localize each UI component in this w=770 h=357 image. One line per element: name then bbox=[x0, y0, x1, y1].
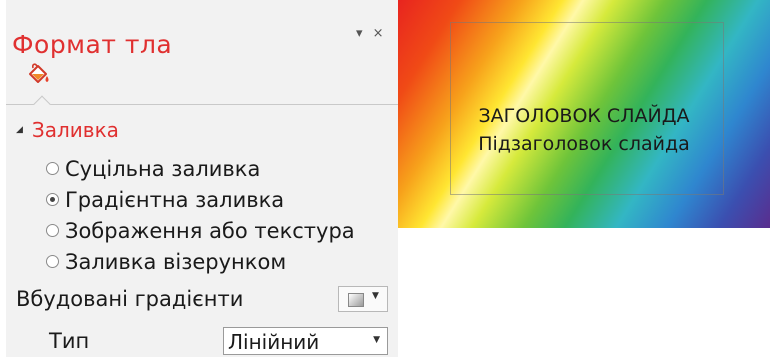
section-divider bbox=[6, 104, 398, 105]
chevron-down-icon: ▼ bbox=[372, 291, 379, 301]
preset-gradients-label: Вбудовані градієнти bbox=[16, 287, 244, 311]
radio-button[interactable] bbox=[46, 162, 59, 175]
gradient-preset-icon bbox=[348, 293, 364, 307]
gradient-type-value: Лінійний bbox=[228, 330, 320, 354]
format-background-pane: Формат тла ▾ × ◢ Заливка Суцільна заливк… bbox=[6, 0, 398, 357]
paint-bucket-icon[interactable] bbox=[24, 62, 54, 90]
radio-option-pattern-fill[interactable]: Заливка візерунком bbox=[46, 246, 355, 277]
gradient-type-select[interactable]: Лінійний ▼ bbox=[223, 327, 388, 355]
fill-section-label: Заливка bbox=[31, 118, 119, 142]
preset-gradients-button[interactable]: ▼ bbox=[338, 286, 388, 312]
gradient-type-label: Тип bbox=[49, 329, 90, 353]
collapse-triangle-icon: ◢ bbox=[16, 125, 23, 135]
slide-subtitle: Підзаголовок слайда bbox=[478, 133, 690, 155]
radio-button[interactable] bbox=[46, 224, 59, 237]
chevron-down-icon[interactable]: ▾ bbox=[356, 26, 363, 41]
radio-option-solid-fill[interactable]: Суцільна заливка bbox=[46, 153, 355, 184]
pane-title: Формат тла bbox=[12, 30, 173, 59]
radio-option-picture-texture-fill[interactable]: Зображення або текстура bbox=[46, 215, 355, 246]
fill-section-header[interactable]: ◢ Заливка bbox=[16, 118, 119, 142]
radio-button-checked[interactable] bbox=[46, 193, 59, 206]
slide-preview: ЗАГОЛОВОК СЛАЙДА Підзаголовок слайда bbox=[398, 0, 770, 228]
radio-label: Зображення або текстура bbox=[65, 218, 355, 243]
divider-notch bbox=[33, 95, 51, 113]
radio-option-gradient-fill[interactable]: Градієнтна заливка bbox=[46, 184, 355, 215]
pane-controls: ▾ × bbox=[356, 26, 390, 41]
radio-label: Заливка візерунком bbox=[65, 249, 287, 274]
fill-type-options: Суцільна заливка Градієнтна заливка Зобр… bbox=[46, 153, 355, 277]
chevron-down-icon: ▼ bbox=[373, 335, 380, 345]
radio-label: Градієнтна заливка bbox=[65, 187, 285, 212]
slide-title: ЗАГОЛОВОК СЛАЙДА bbox=[478, 105, 690, 127]
close-icon[interactable]: × bbox=[373, 26, 384, 41]
radio-button[interactable] bbox=[46, 255, 59, 268]
radio-label: Суцільна заливка bbox=[65, 156, 261, 181]
